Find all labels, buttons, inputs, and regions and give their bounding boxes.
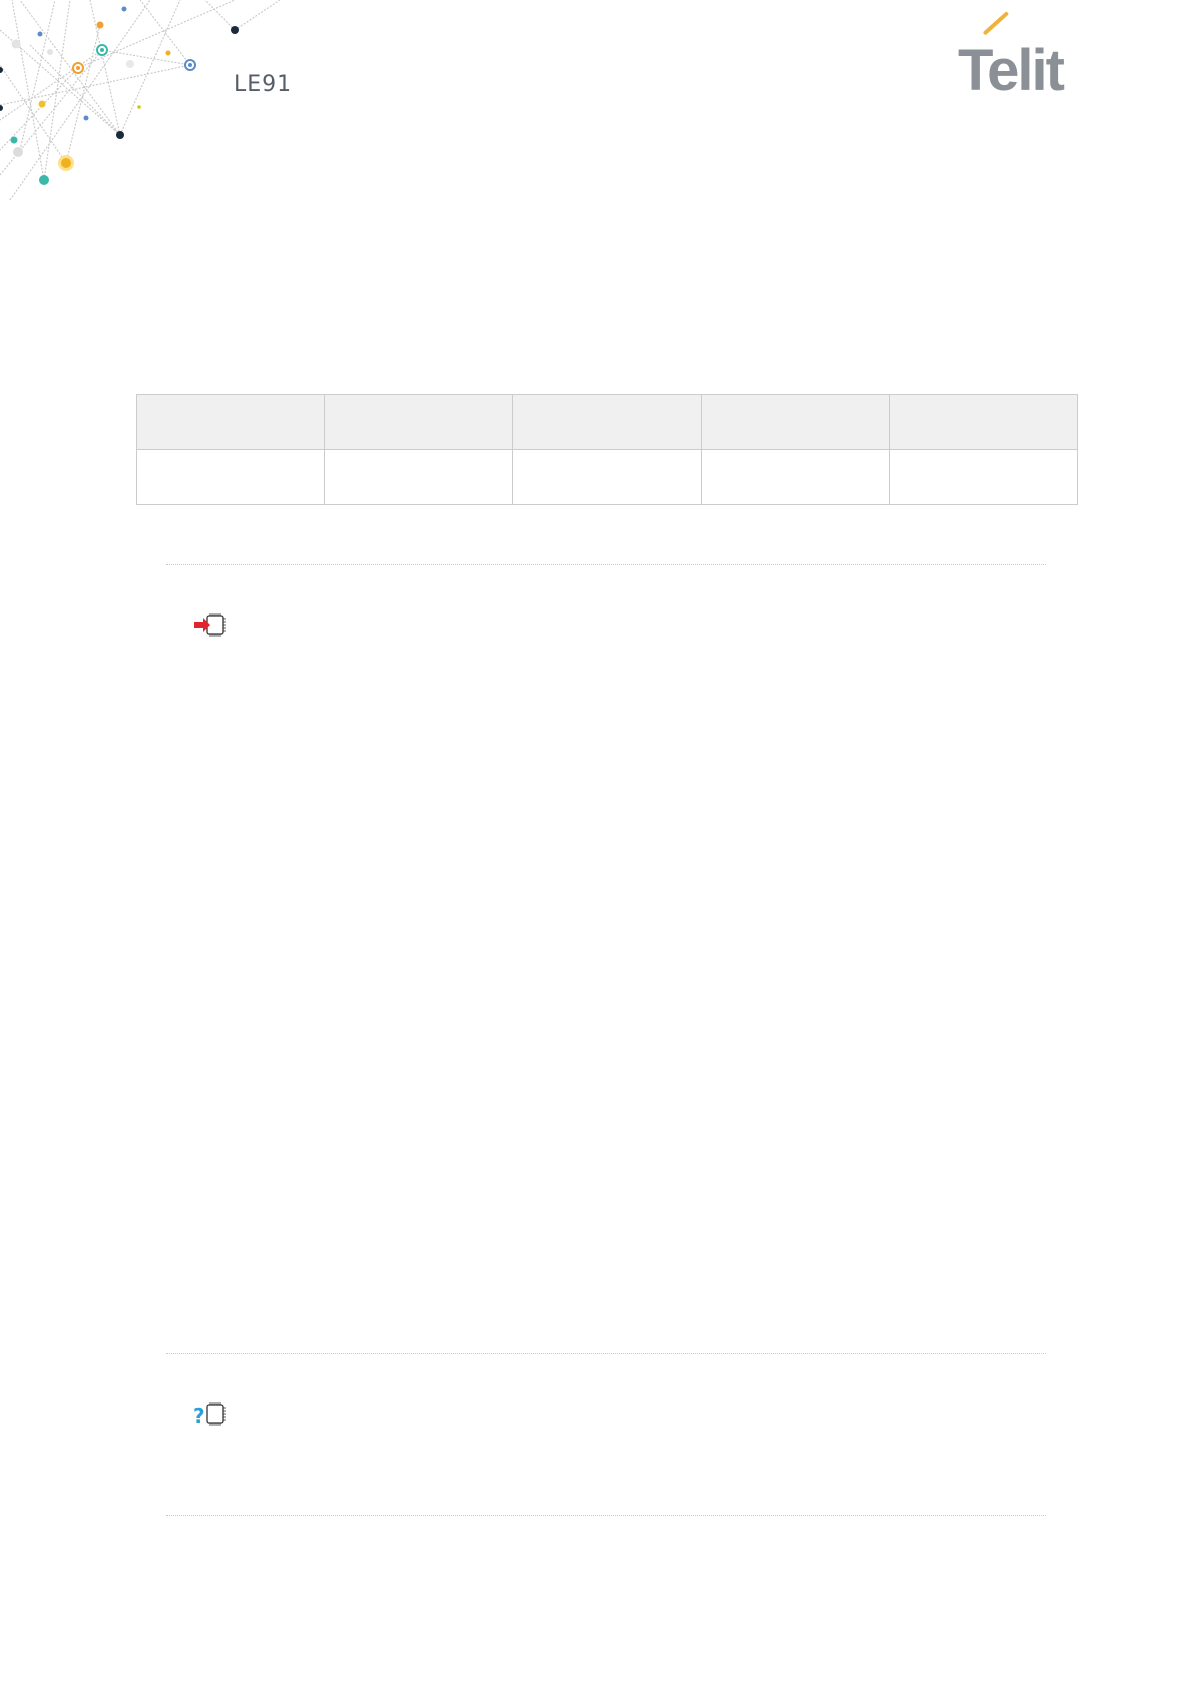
table-row xyxy=(135,449,1079,505)
table-header-cell xyxy=(512,394,702,450)
header-network-graphic xyxy=(0,0,281,201)
telit-logo: Telit xyxy=(958,11,1078,104)
section-divider xyxy=(166,1353,1046,1354)
table-cell xyxy=(512,449,702,505)
logo-accent-stroke xyxy=(982,11,1010,36)
section-divider xyxy=(166,564,1046,565)
table-header-cell xyxy=(135,394,326,450)
table-header-cell xyxy=(700,394,890,450)
table-cell xyxy=(888,449,1079,505)
table-header-cell xyxy=(888,394,1079,450)
svg-text:?: ? xyxy=(193,1404,205,1428)
product-name: LE91 xyxy=(234,72,293,97)
read-command-icon: ? xyxy=(193,1402,226,1428)
table-header-row xyxy=(135,394,1079,450)
command-info-table xyxy=(135,394,1079,505)
table-cell xyxy=(135,449,326,505)
table-header-cell xyxy=(324,394,514,450)
table-cell xyxy=(324,449,514,505)
section-divider xyxy=(166,1515,1046,1516)
set-command-icon xyxy=(194,613,226,637)
table-cell xyxy=(700,449,890,505)
logo-text: Telit xyxy=(958,38,1065,103)
